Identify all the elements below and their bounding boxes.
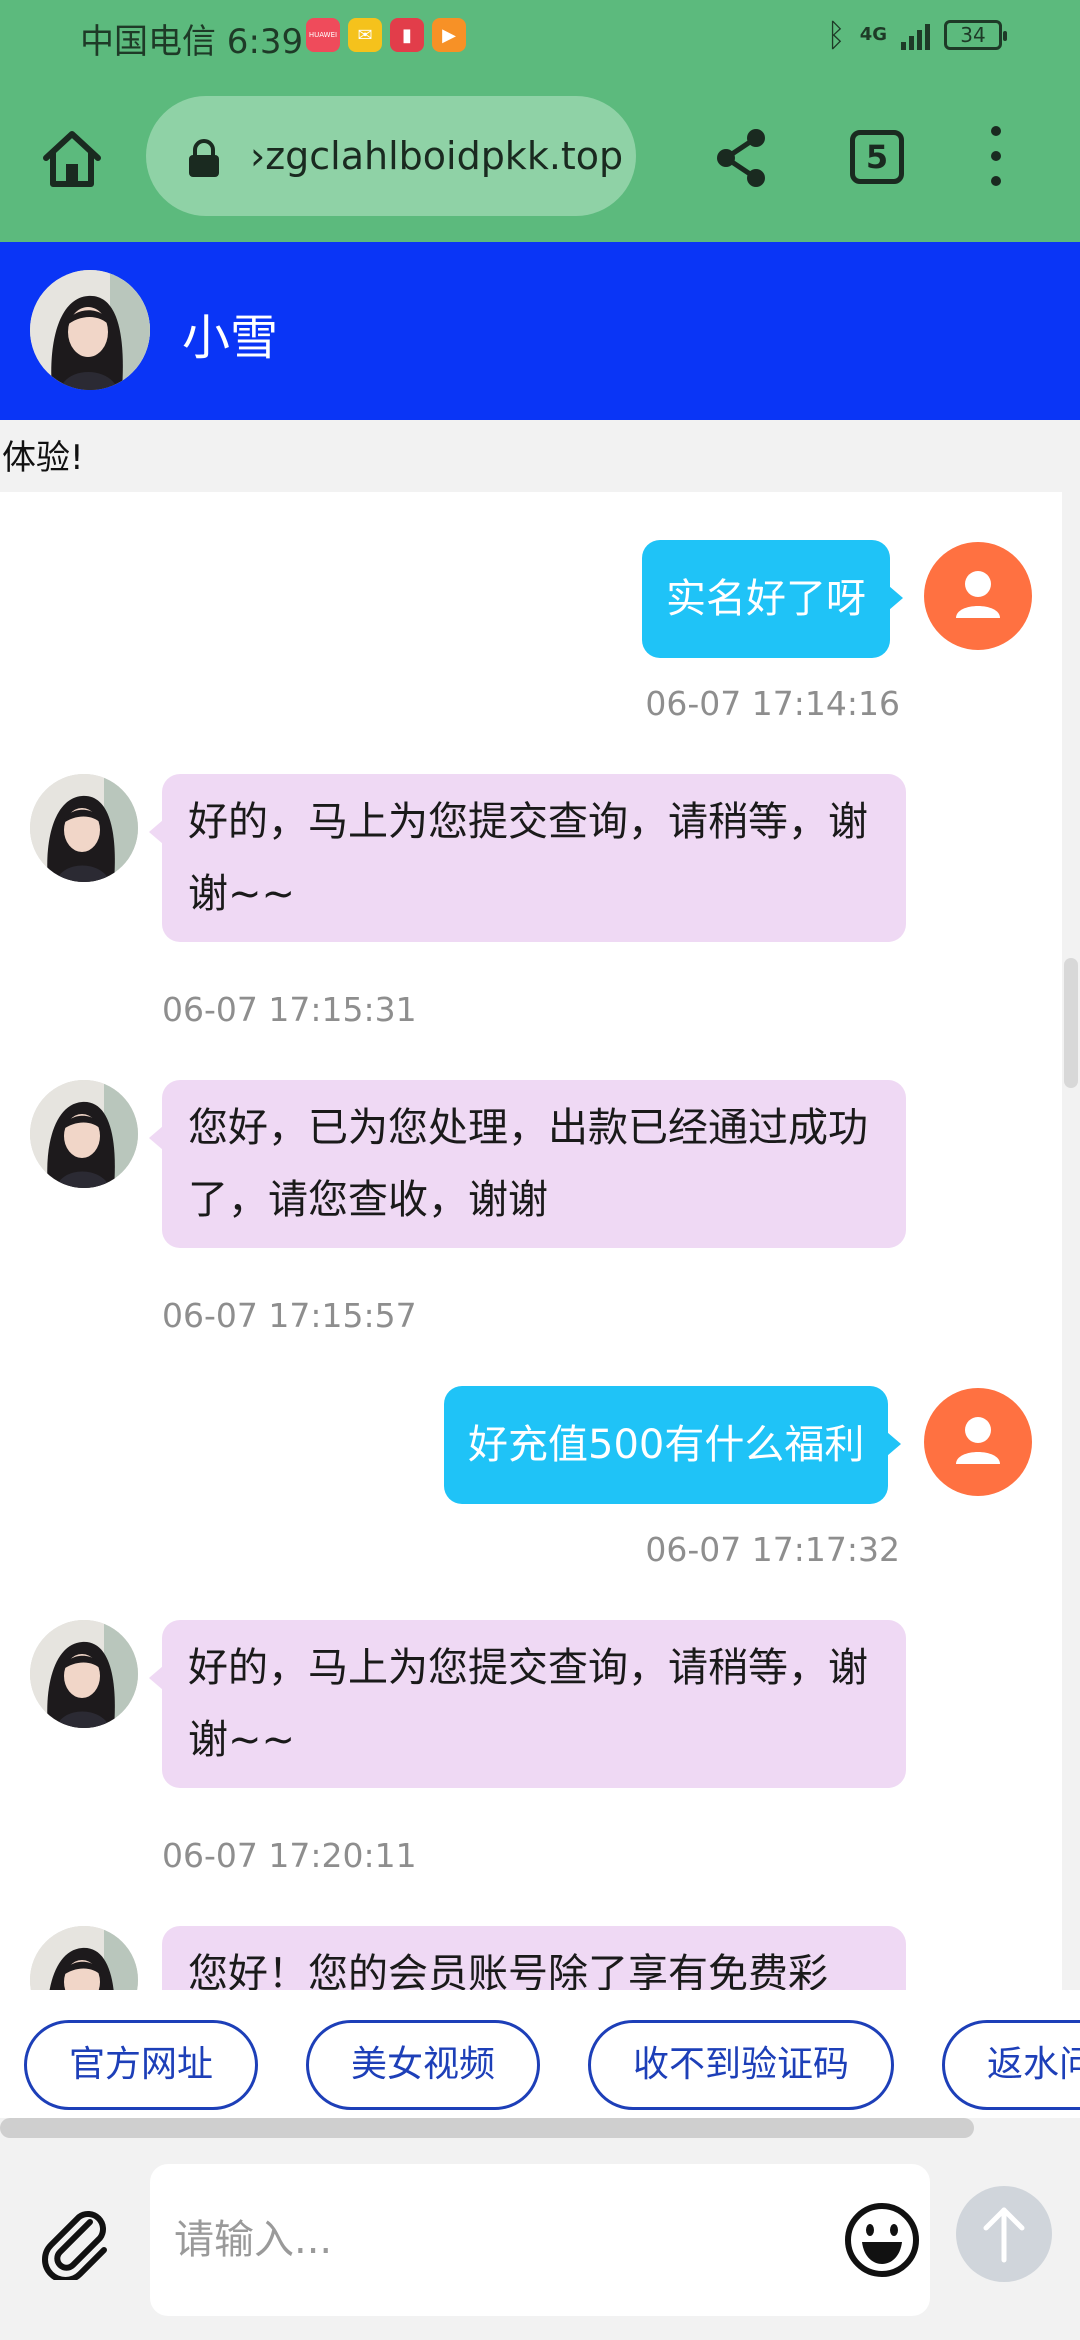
portrait-image	[30, 1926, 138, 1990]
status-bar: 中国电信 6:39 HUAWEI ✉ ▮ ▶ ᛒ 4G 34	[0, 0, 1080, 74]
notice-text: 体验!	[2, 438, 84, 478]
mail-icon: ✉	[348, 18, 382, 52]
send-button[interactable]	[956, 2186, 1052, 2282]
lock-icon	[189, 139, 219, 177]
agent-message-bubble: 好的，马上为您提交查询，请稍等，谢谢~~	[149, 774, 906, 942]
video-icon: ▶	[432, 18, 466, 52]
message-input[interactable]	[174, 2204, 754, 2276]
url-text: ›zgclahlboidpkk.top	[250, 134, 624, 178]
battery-level: 34	[960, 23, 986, 47]
agent-message-bubble: 您好！您的会员账号除了享有免费彩	[162, 1926, 906, 1990]
person-icon	[956, 1417, 1000, 1464]
agent-message-bubble: 您好，已为您处理，出款已经通过成功了，请您查收，谢谢	[149, 1080, 906, 1248]
message-timestamp: 06-07 17:15:31	[162, 990, 417, 1029]
quick-reply-rebate[interactable]: 返水问题	[942, 2020, 1080, 2110]
menu-dot-icon	[991, 126, 1001, 136]
system-icons: ᛒ 4G 34	[826, 16, 1007, 54]
arrow-up-icon	[983, 2207, 1025, 2263]
agent-message-bubble: 好的，马上为您提交查询，请稍等，谢谢~~	[149, 1620, 906, 1788]
message-timestamp: 06-07 17:14:16	[645, 684, 900, 723]
quick-reply-official-site[interactable]: 官方网址	[24, 2020, 258, 2110]
portrait-image	[30, 1080, 138, 1188]
contact-avatar[interactable]	[30, 270, 150, 390]
browser-top-bar: 中国电信 6:39 HUAWEI ✉ ▮ ▶ ᛒ 4G 34 ›zgclahlboid…	[0, 0, 1080, 242]
message-list[interactable]: 实名好了呀 06-07 17:14:16 好的，马上为您提交查询，请稍等，谢谢~…	[0, 492, 1062, 1990]
message-timestamp: 06-07 17:20:11	[162, 1836, 417, 1875]
vertical-scrollbar[interactable]	[1064, 958, 1078, 1088]
menu-dot-icon	[991, 151, 1001, 161]
signal-icon	[901, 20, 930, 50]
battery-icon: 34	[944, 20, 1007, 50]
user-message-bubble: 好充值500有什么福利	[444, 1386, 902, 1504]
notification-icons: HUAWEI ✉ ▮ ▶	[306, 18, 466, 52]
quick-reply-videos[interactable]: 美女视频	[306, 2020, 540, 2110]
share-icon	[717, 129, 765, 187]
share-button[interactable]	[712, 126, 770, 190]
tab-switcher-button[interactable]: 5	[850, 130, 904, 184]
person-icon	[956, 571, 1000, 618]
overflow-menu-button[interactable]	[984, 126, 1008, 186]
agent-avatar	[30, 1620, 138, 1728]
home-icon	[43, 131, 101, 187]
agent-avatar	[30, 774, 138, 882]
horizontal-scrollbar[interactable]	[0, 2118, 974, 2138]
menu-dot-icon	[991, 176, 1001, 186]
paperclip-icon	[42, 2211, 107, 2283]
message-timestamp: 06-07 17:15:57	[162, 1296, 417, 1335]
user-avatar	[924, 542, 1032, 650]
message-input-box[interactable]	[150, 2164, 930, 2316]
bluetooth-icon: ᛒ	[826, 16, 846, 54]
agent-avatar	[30, 1080, 138, 1188]
user-message-bubble: 实名好了呀	[642, 540, 903, 658]
address-bar[interactable]: ›zgclahlboidpkk.top	[146, 96, 636, 216]
message-timestamp: 06-07 17:17:32	[645, 1530, 900, 1569]
carrier-time: 中国电信 6:39	[80, 22, 304, 62]
contact-name: 小雪	[182, 310, 279, 366]
portrait-image	[30, 774, 138, 882]
huawei-icon: HUAWEI	[306, 18, 340, 52]
message-composer	[0, 2144, 1080, 2340]
agent-avatar	[30, 1926, 138, 1990]
portrait-image	[30, 1620, 138, 1728]
smiley-icon	[845, 2203, 919, 2277]
quick-reply-no-code[interactable]: 收不到验证码	[588, 2020, 894, 2110]
attach-button[interactable]	[34, 2200, 114, 2283]
quick-reply-bar: 官方网址 美女视频 收不到验证码 返水问题	[0, 1990, 1080, 2118]
chat-header: 小雪	[0, 242, 1080, 420]
network-type: 4G	[859, 24, 887, 45]
emoji-button[interactable]	[842, 2200, 922, 2280]
user-avatar	[924, 1388, 1032, 1496]
book-icon: ▮	[390, 18, 424, 52]
portrait-image	[30, 270, 150, 390]
home-button[interactable]	[38, 124, 106, 192]
